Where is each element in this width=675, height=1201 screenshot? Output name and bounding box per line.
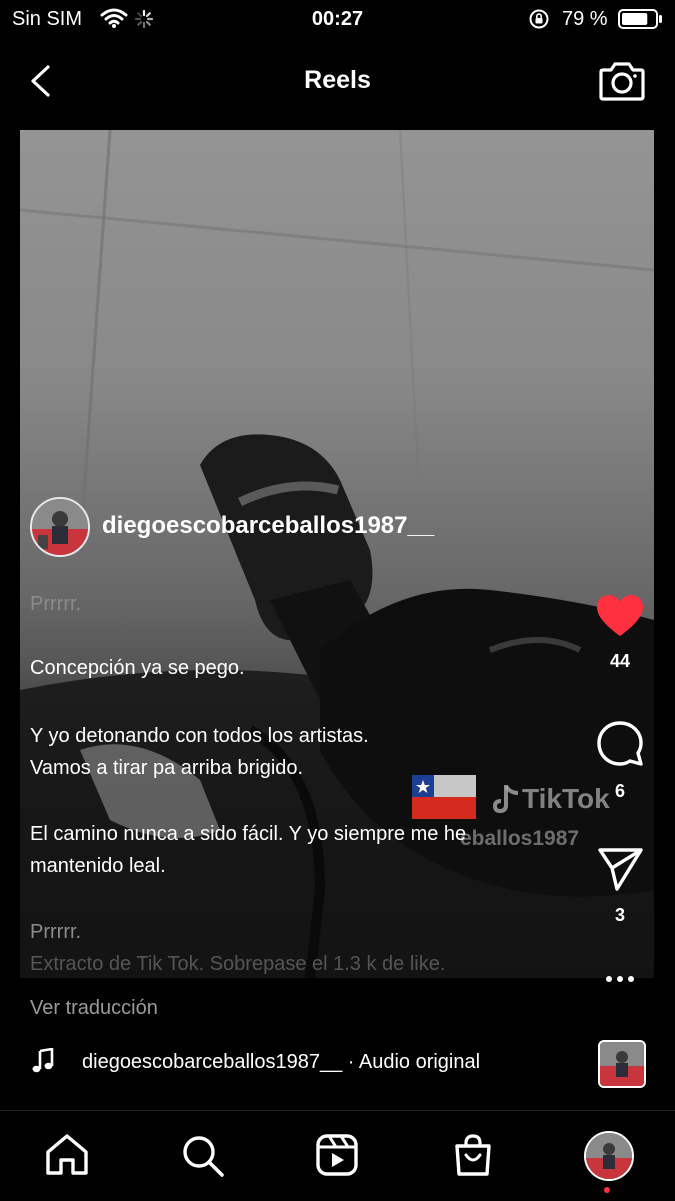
caption-line: Prrrrr. (30, 921, 82, 943)
caption-line: Prrrrr. (30, 593, 82, 615)
more-options-button[interactable] (585, 972, 655, 990)
audio-label[interactable]: diegoescobarceballos1987__ · Audio origi… (82, 1051, 480, 1074)
more-icon[interactable] (600, 973, 640, 985)
caption-line: mantenido leal. (30, 855, 166, 877)
caption-line: Concepción ya se pego. (30, 657, 245, 679)
comment-icon[interactable] (595, 720, 645, 768)
like-action[interactable]: 44 (585, 594, 655, 672)
share-count: 3 (614, 905, 625, 925)
audio-row[interactable]: diegoescobarceballos1987__ · Audio origi… (0, 1040, 675, 1090)
notification-dot (604, 1187, 610, 1193)
bottom-nav (0, 1110, 675, 1201)
camera-icon[interactable] (598, 60, 646, 107)
rotation-lock-icon (528, 8, 550, 36)
home-icon[interactable] (44, 1133, 90, 1182)
send-icon[interactable] (595, 846, 645, 892)
translate-link[interactable]: Ver traducción (30, 997, 158, 1020)
author-username[interactable]: diegoescobarceballos1987__ (102, 512, 434, 540)
battery-percent: 79 % (562, 8, 608, 30)
caption-line: Vamos a tirar pa arriba brigido. (30, 757, 304, 779)
audio-thumbnail[interactable] (598, 1040, 646, 1088)
like-count: 44 (609, 651, 631, 671)
reels-header: Reels (0, 44, 675, 116)
profile-avatar[interactable] (584, 1131, 634, 1181)
caption-line: Extracto de Tik Tok. Sobrepase el 1.3 k … (30, 953, 446, 975)
status-bar: Sin SIM 00:27 79 % (0, 0, 675, 40)
share-action[interactable]: 3 (585, 846, 655, 926)
music-note-icon (31, 1047, 55, 1079)
author-avatar[interactable] (30, 497, 90, 557)
reels-icon[interactable] (314, 1133, 360, 1182)
page-title: Reels (304, 66, 371, 94)
post-caption: Prrrrr. Concepción ya se pego. Y yo deto… (30, 588, 540, 980)
comment-action[interactable]: 6 (585, 720, 655, 802)
battery-icon (618, 9, 664, 35)
heart-icon[interactable] (595, 594, 645, 638)
shop-icon[interactable] (450, 1133, 496, 1182)
caption-line: El camino nunca a sido fácil. Y yo siemp… (30, 823, 467, 845)
caption-line: Y yo detonando con todos los artistas. (30, 725, 369, 747)
search-icon[interactable] (180, 1133, 226, 1182)
comment-count: 6 (614, 781, 625, 801)
